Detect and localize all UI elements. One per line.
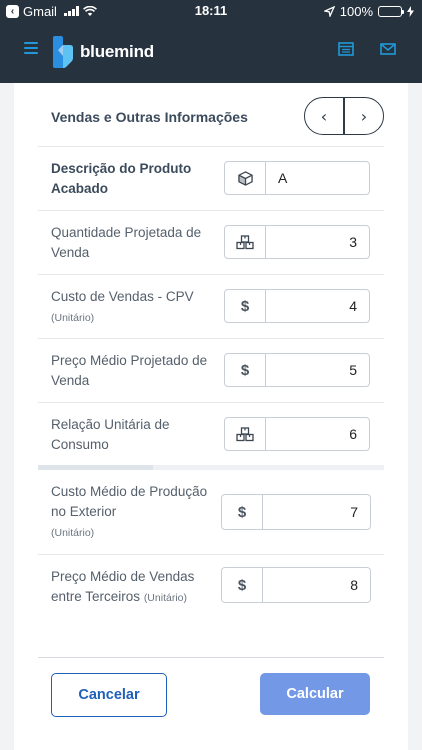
label-hint: (Unitário) [51, 527, 95, 539]
product-description-input[interactable] [266, 162, 369, 194]
field-addon [225, 418, 266, 450]
projected-avg-price-input[interactable] [266, 354, 369, 386]
label-text: Custo de Vendas - CPV [51, 289, 194, 304]
calculate-button[interactable]: Calcular [260, 673, 370, 715]
signal-icon [63, 6, 79, 16]
field-addon [225, 162, 266, 194]
dollar-icon: $ [222, 495, 263, 529]
cancel-button[interactable]: Cancelar [51, 673, 167, 717]
row-label: Custo Médio de Produção no Exterior (Unit… [51, 482, 211, 543]
unit-consumption-field [224, 417, 370, 451]
status-left: ‹ Gmail [6, 0, 97, 22]
projected-quantity-input[interactable] [266, 226, 369, 258]
wifi-icon [82, 5, 97, 16]
app-header: bluemind [0, 22, 422, 83]
third-party-avg-price-field: $ [221, 567, 371, 603]
label-text: Custo Médio de Produção no Exterior [51, 484, 208, 519]
box-icon [237, 170, 253, 186]
label-hint: (Unitário) [143, 592, 187, 604]
form-row-product-description: Descrição do Produto Acabado [38, 146, 384, 211]
form-row-unit-consumption: Relação Unitária de Consumo [38, 402, 384, 467]
product-description-field [224, 161, 370, 195]
cost-of-sales-field: $ [224, 289, 370, 323]
field-addon [225, 226, 266, 258]
boxes-icon [236, 234, 254, 249]
dollar-icon: $ [225, 290, 266, 322]
section-pager: ‹ › [304, 97, 384, 135]
row-label: Descrição do Produto Acabado [51, 159, 221, 199]
battery-icon [378, 5, 404, 17]
brand-name: bluemind [80, 42, 154, 61]
header-actions [338, 42, 396, 56]
row-label: Relação Unitária de Consumo [51, 415, 201, 455]
scroll-thumb[interactable] [38, 465, 153, 470]
charging-bolt-icon [407, 5, 414, 17]
form-row-third-party-avg-price: Preço Médio de Vendas entre Terceiros (U… [38, 554, 384, 619]
footer-divider [38, 657, 384, 658]
status-right: 100% [323, 0, 414, 22]
row-label: Custo de Vendas - CPV (Unitário) [51, 287, 221, 328]
form-card: Vendas e Outras Informações ‹ › Descriçã… [14, 83, 408, 750]
form-row-foreign-production-cost: Custo Médio de Produção no Exterior (Unit… [38, 475, 384, 553]
foreign-production-cost-field: $ [221, 494, 371, 530]
row-label: Quantidade Projetada de Venda [51, 223, 211, 263]
form-row-projected-avg-price: Preço Médio Projetado de Venda $ [38, 338, 384, 403]
label-text: Quantidade Projetada de Venda [51, 225, 202, 260]
section-title: Vendas e Outras Informações [51, 109, 248, 125]
third-party-avg-price-input[interactable] [263, 568, 370, 602]
row-label: Preço Médio de Vendas entre Terceiros (U… [51, 567, 211, 608]
bluemind-logo-icon [53, 36, 73, 68]
next-section-button[interactable]: › [345, 98, 383, 134]
foreign-production-cost-input[interactable] [263, 495, 370, 529]
label-text: Preço Médio Projetado de Venda [51, 353, 208, 388]
battery-percent: 100% [339, 3, 373, 19]
dollar-icon: $ [222, 568, 263, 602]
label-text: Descrição do Produto Acabado [51, 161, 192, 196]
row-label: Preço Médio Projetado de Venda [51, 351, 211, 391]
dollar-icon: $ [225, 354, 266, 386]
back-to-app-icon[interactable]: ‹ [6, 4, 19, 18]
form-row-projected-quantity: Quantidade Projetada de Venda [38, 210, 384, 275]
status-bar: ‹ Gmail 18:11 100% [0, 0, 422, 22]
mail-icon[interactable] [380, 42, 396, 56]
back-app-label[interactable]: Gmail [23, 4, 57, 19]
cost-of-sales-input[interactable] [266, 290, 369, 322]
label-text: Relação Unitária de Consumo [51, 417, 170, 452]
projected-quantity-field [224, 225, 370, 259]
label-hint: (Unitário) [51, 312, 95, 324]
form-row-cost-of-sales: Custo de Vendas - CPV (Unitário) $ [38, 274, 384, 339]
section-header: Vendas e Outras Informações ‹ › [38, 97, 384, 142]
brand-logo: bluemind [51, 36, 154, 68]
list-view-icon[interactable] [338, 42, 354, 56]
projected-avg-price-field: $ [224, 353, 370, 387]
horizontal-scroll-indicator[interactable] [38, 465, 384, 470]
location-arrow-icon [323, 5, 335, 17]
boxes-icon [236, 426, 254, 441]
unit-consumption-input[interactable] [266, 418, 369, 450]
hamburger-menu-icon[interactable] [24, 42, 38, 56]
prev-section-button[interactable]: ‹ [305, 98, 343, 134]
